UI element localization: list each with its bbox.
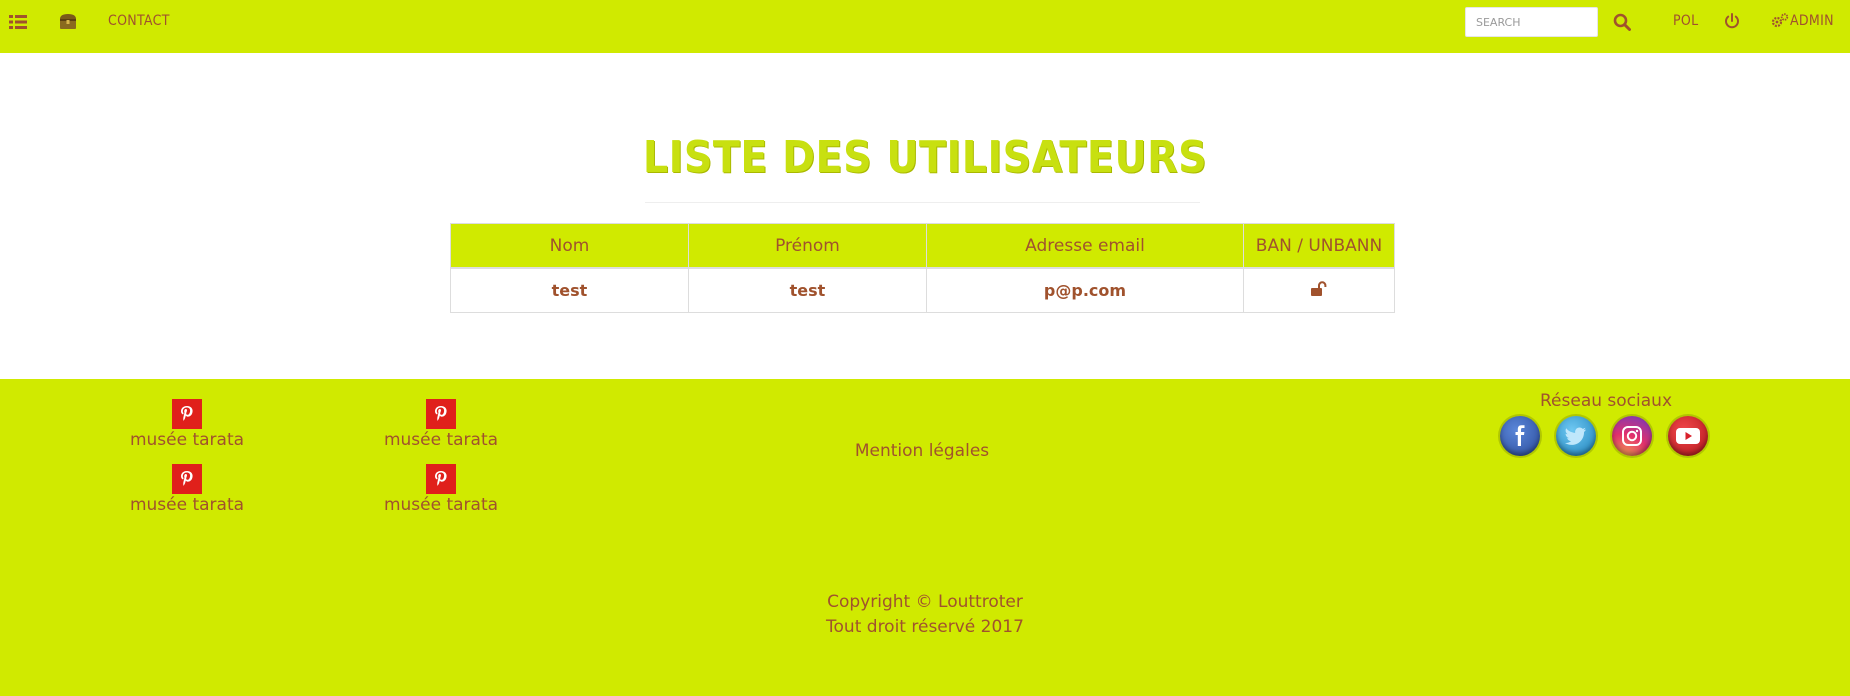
youtube-icon[interactable] (1668, 416, 1708, 456)
pinterest-link-1[interactable]: musée tarata (117, 399, 257, 450)
pinterest-link-2[interactable]: musée tarata (371, 399, 511, 450)
top-navbar: Contact pol Admin (0, 0, 1850, 53)
page-title: Liste des utilisateurs (642, 132, 1208, 183)
twitter-icon[interactable] (1556, 416, 1596, 456)
column-header-ban: BAN / UNBANN (1243, 223, 1395, 269)
pinterest-icon (426, 464, 456, 494)
home-button[interactable] (58, 13, 78, 30)
treasure-chest-icon (60, 14, 76, 29)
copyright-block: Copyright © Louttroter Tout droit réserv… (725, 590, 1125, 640)
pinterest-icon (172, 464, 202, 494)
pinterest-label: musée tarata (383, 495, 499, 515)
rights-line: Tout droit réservé 2017 (826, 617, 1024, 637)
menu-toggle-button[interactable] (9, 14, 27, 30)
column-header-prenom: Prénom (688, 223, 927, 269)
admin-label: Admin (1790, 13, 1834, 29)
pinterest-label: musée tarata (129, 495, 245, 515)
column-header-email: Adresse email (926, 223, 1244, 269)
users-table: Nom Prénom Adresse email BAN / UNBANN te… (450, 223, 1395, 313)
ban-toggle-button[interactable] (1310, 280, 1328, 301)
pinterest-link-3[interactable]: musée tarata (117, 464, 257, 515)
legal-mentions-link[interactable]: Mention légales (822, 441, 1022, 461)
power-icon (1725, 13, 1739, 29)
pinterest-label: musée tarata (383, 430, 499, 450)
pinterest-icon (172, 399, 202, 429)
search-icon (1613, 13, 1631, 31)
title-divider (645, 202, 1200, 203)
list-icon (9, 15, 27, 29)
facebook-icon[interactable] (1500, 416, 1540, 456)
cell-prenom: test (688, 267, 927, 313)
nav-user-link[interactable]: pol (1673, 13, 1698, 29)
table-header-row: Nom Prénom Adresse email BAN / UNBANN (450, 223, 1395, 269)
cell-nom: test (450, 267, 689, 313)
nav-contact-link[interactable]: Contact (108, 13, 170, 29)
pinterest-link-4[interactable]: musée tarata (371, 464, 511, 515)
logout-button[interactable] (1724, 13, 1740, 29)
social-title: Réseau sociaux (1540, 391, 1672, 411)
column-header-nom: Nom (450, 223, 689, 269)
table-row: test test p@p.com (450, 267, 1395, 313)
instagram-icon[interactable] (1612, 416, 1652, 456)
copyright-line: Copyright © Louttroter (827, 592, 1023, 612)
nav-admin-link[interactable]: Admin (1771, 13, 1834, 29)
search-button[interactable] (1613, 13, 1631, 31)
search-input[interactable] (1465, 7, 1598, 37)
gears-icon (1771, 13, 1789, 28)
pinterest-icon (426, 399, 456, 429)
cell-email: p@p.com (926, 267, 1244, 313)
unlock-icon (1311, 280, 1327, 296)
cell-ban-action (1243, 267, 1395, 313)
pinterest-label: musée tarata (129, 430, 245, 450)
